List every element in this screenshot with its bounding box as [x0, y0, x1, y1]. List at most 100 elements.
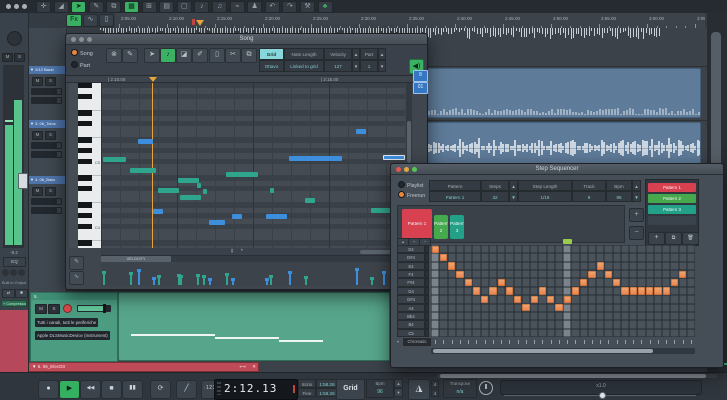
step-velocity-mark[interactable] [567, 340, 568, 344]
step-cell[interactable] [646, 295, 654, 303]
step-cell[interactable] [613, 287, 621, 295]
step-row-label[interactable]: B4 [397, 320, 425, 328]
sq-param-header[interactable]: Bpm [606, 180, 632, 191]
velocity-stem[interactable] [158, 275, 160, 285]
step-cell[interactable] [456, 304, 464, 312]
step-cell-active[interactable] [539, 287, 546, 294]
cut-icon[interactable]: ✂ [225, 48, 241, 63]
pr-horizontal-scrollbar[interactable] [360, 250, 393, 254]
step-cell-active[interactable] [564, 296, 571, 303]
redo-icon[interactable]: ↷ [282, 1, 297, 13]
step-cell[interactable] [530, 329, 538, 337]
step-velocity-mark[interactable] [592, 340, 593, 344]
step-cell[interactable] [431, 304, 439, 312]
scale-label[interactable]: Chromatic [403, 338, 431, 346]
step-velocity-mark[interactable] [641, 340, 642, 344]
step-row-label[interactable]: C5 [397, 329, 425, 337]
step-cell[interactable] [613, 295, 621, 303]
black-key[interactable] [78, 83, 92, 88]
step-cell[interactable] [538, 295, 546, 303]
step-cell-active[interactable] [638, 287, 645, 294]
step-cell[interactable] [563, 329, 571, 337]
step-cell[interactable] [654, 278, 662, 286]
step-cell[interactable] [481, 262, 489, 270]
step-cell[interactable] [629, 320, 637, 328]
step-cell[interactable] [439, 262, 447, 270]
step-cell[interactable] [604, 253, 612, 261]
speaker-icon[interactable]: ♪ [194, 1, 209, 13]
loop-button[interactable]: ⟳ [150, 380, 171, 399]
midi-note[interactable] [203, 189, 207, 194]
step-cell[interactable] [563, 287, 571, 295]
step-cell[interactable] [604, 287, 612, 295]
velocity-stem[interactable] [130, 272, 132, 285]
step-cell[interactable] [448, 329, 456, 337]
step-cell[interactable] [580, 312, 588, 320]
step-cell[interactable] [505, 304, 513, 312]
step-cell[interactable] [514, 262, 522, 270]
step-cell-active[interactable] [481, 296, 488, 303]
time-display[interactable]: 2:12.13 [214, 379, 298, 400]
step-cell[interactable] [472, 320, 480, 328]
step-cell[interactable] [448, 312, 456, 320]
velocity-stem[interactable] [289, 271, 291, 285]
step-cell[interactable] [431, 320, 439, 328]
midi-note[interactable] [371, 208, 391, 213]
step-cell[interactable] [489, 262, 497, 270]
step-cell[interactable] [563, 278, 571, 286]
step-cell[interactable] [530, 320, 538, 328]
track-pan-field[interactable] [31, 207, 62, 214]
grid-button[interactable]: Grid [336, 379, 365, 400]
step-cell[interactable] [522, 253, 530, 261]
velocity-stem[interactable] [270, 275, 272, 285]
step-cell[interactable] [472, 253, 480, 261]
step-row-handle[interactable] [425, 245, 429, 253]
step-cell-active[interactable] [597, 262, 604, 269]
track6-close-icon[interactable]: ✕ [252, 363, 256, 371]
step-cell[interactable] [580, 245, 588, 253]
step-cell[interactable] [580, 329, 588, 337]
step-row-handle[interactable] [425, 287, 429, 295]
step-cell[interactable] [662, 262, 670, 270]
step-cell[interactable] [670, 320, 678, 328]
bpm-up-icon[interactable]: ▲ [394, 379, 403, 388]
output-label[interactable]: Built-in Output [0, 281, 28, 285]
window-close-icon[interactable] [6, 4, 11, 9]
step-cell[interactable] [596, 312, 604, 320]
midi-note[interactable] [226, 172, 258, 177]
step-cell[interactable] [621, 304, 629, 312]
step-cell[interactable] [547, 304, 555, 312]
stop-button[interactable]: ■ [101, 380, 122, 399]
piano-keys[interactable]: C5C4 [78, 83, 101, 248]
transpose-value[interactable]: n/a [444, 388, 476, 397]
step-cell[interactable] [637, 262, 645, 270]
pattern-chip[interactable]: Pattern 1 [402, 209, 432, 239]
midi-note[interactable] [103, 157, 126, 162]
midi-note[interactable] [138, 139, 153, 144]
step-cell[interactable] [596, 287, 604, 295]
step-cell[interactable] [505, 278, 513, 286]
play-button[interactable]: ▶ [59, 380, 80, 399]
step-cell[interactable] [662, 312, 670, 320]
track-header-name[interactable]: ▼ 3. 06_Toms [28, 120, 66, 128]
step-cell[interactable] [670, 245, 678, 253]
step-cell[interactable] [547, 278, 555, 286]
step-cell[interactable] [489, 329, 497, 337]
step-cell[interactable] [637, 320, 645, 328]
step-cell[interactable] [588, 245, 596, 253]
step-cell[interactable] [563, 245, 571, 253]
step-cell[interactable] [588, 320, 596, 328]
step-cell[interactable] [654, 262, 662, 270]
midi-track-cap[interactable]: 5. [31, 293, 117, 300]
step-cell[interactable] [481, 304, 489, 312]
velocity-stem[interactable] [153, 277, 155, 285]
step-cell[interactable] [448, 304, 456, 312]
window-minimize-icon[interactable] [14, 4, 19, 9]
midi-instrument-label[interactable]: Apple DLSMusicDevice (Instrument) [35, 331, 110, 340]
step-cell[interactable] [505, 262, 513, 270]
step-cell[interactable] [571, 295, 579, 303]
step-cell[interactable] [514, 320, 522, 328]
step-cell[interactable] [580, 262, 588, 270]
step-cell[interactable] [670, 329, 678, 337]
midi-note[interactable] [305, 198, 315, 203]
